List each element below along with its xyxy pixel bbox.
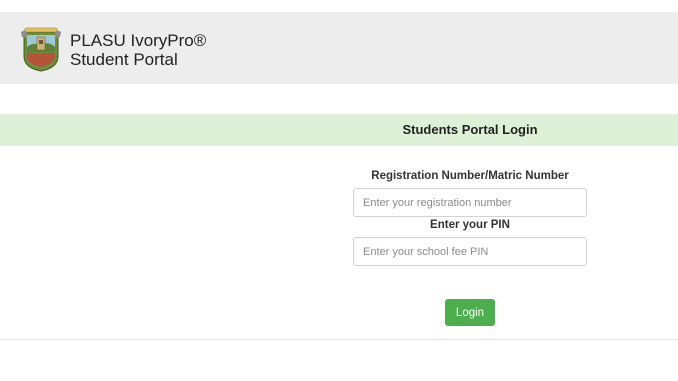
footer-divider xyxy=(0,339,678,340)
brand-subtitle: Student Portal xyxy=(70,50,178,69)
login-page: PLASU IvoryPro® Student Portal Students … xyxy=(0,0,678,381)
brand-name: PLASU IvoryPro® xyxy=(70,31,207,50)
pin-label: Enter your PIN xyxy=(430,219,510,231)
site-header: PLASU IvoryPro® Student Portal xyxy=(0,12,678,84)
login-banner: Students Portal Login xyxy=(0,114,678,146)
university-crest-icon xyxy=(21,26,61,72)
pin-input[interactable] xyxy=(353,237,587,266)
login-button[interactable]: Login xyxy=(445,299,495,326)
login-title: Students Portal Login xyxy=(402,122,538,137)
portal-brand: PLASU IvoryPro® Student Portal xyxy=(70,31,206,69)
registration-number-input[interactable] xyxy=(353,188,587,217)
registration-label: Registration Number/Matric Number xyxy=(371,170,569,182)
login-form: Registration Number/Matric Number Enter … xyxy=(353,166,587,266)
